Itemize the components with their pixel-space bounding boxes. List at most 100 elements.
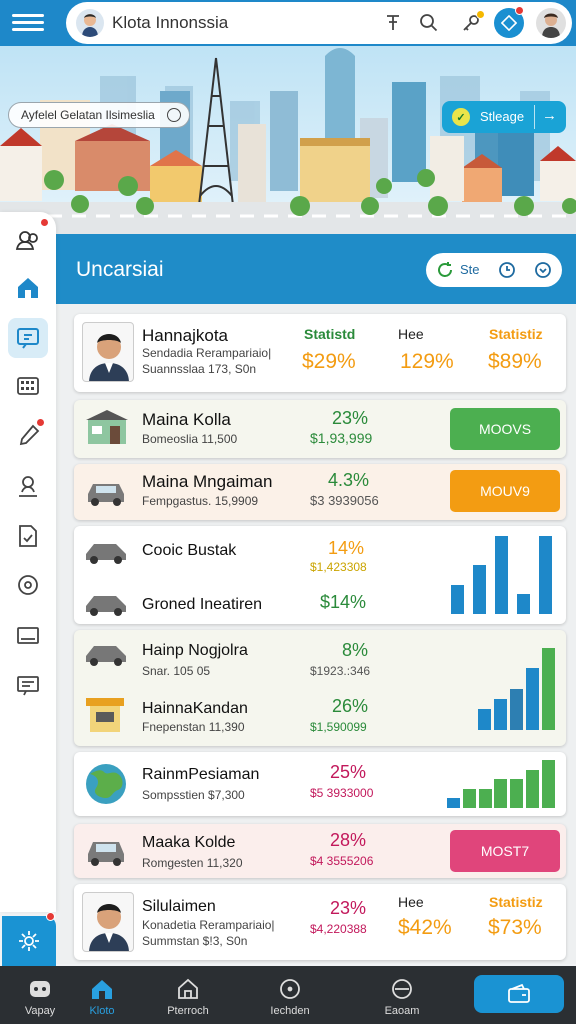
location-chip[interactable]: Ayfelel Gelatan Ilsimeslia [8, 102, 190, 128]
home-icon [18, 278, 38, 298]
report-icon [17, 676, 39, 696]
list-card-silulaimen[interactable]: Silulaimen Konadetia Rerampariaio| Summs… [74, 884, 566, 960]
chart-bar [495, 536, 508, 614]
chart-bar [517, 594, 530, 614]
card-action-button[interactable]: MOOVS [450, 408, 560, 450]
monitor-icon [17, 627, 39, 644]
home-icon [92, 980, 112, 999]
card-name: Hainp Nogjolra [142, 642, 248, 659]
card-name: RainmPesiaman [142, 766, 260, 783]
card-percent: 8% [342, 640, 369, 660]
list-card-maaka-kolde[interactable]: Maaka Kolde Romgesten 11,320 28% $4 3555… [74, 824, 566, 878]
user-avatar[interactable] [76, 9, 104, 37]
chart-bar [542, 760, 555, 808]
chart-bar [539, 536, 552, 614]
card-name: Maina Kolla [142, 410, 231, 429]
stat-label-2: Hee [398, 894, 424, 910]
rail-item-users[interactable] [8, 218, 49, 260]
notification-icon[interactable] [494, 6, 524, 38]
car-icon [86, 646, 126, 666]
chart-bar [494, 699, 507, 730]
nav-label: Iechden [270, 1005, 310, 1017]
nav-label: Eaoam [384, 1005, 420, 1017]
pin-icon[interactable] [380, 10, 406, 36]
stat-label-1: Statistd [304, 326, 356, 342]
refresh-icon[interactable] [436, 261, 454, 279]
mini-bar-chart [446, 536, 556, 614]
gear-icon [19, 931, 39, 951]
kiosk-icon [86, 698, 124, 732]
timer-icon[interactable] [498, 261, 516, 279]
card-action-button[interactable]: MOUV9 [450, 470, 560, 512]
key-icon[interactable] [458, 10, 485, 36]
card-percent: 28% [330, 830, 367, 850]
person-avatar [82, 892, 134, 952]
top-bar: Klota Innonssia [0, 0, 576, 46]
card-percent-secondary: 26% [332, 696, 369, 716]
card-amount: $3 3939056 [310, 493, 379, 508]
card-name-secondary: Groned Ineatiren [142, 596, 263, 613]
rail-item-grid[interactable] [8, 366, 48, 406]
globe-icon [86, 764, 126, 804]
rail-item-messages[interactable] [8, 318, 48, 358]
stat-value-2: $42% [398, 916, 452, 939]
chart-bar [451, 585, 464, 614]
card-percent: 23% [332, 408, 369, 428]
car-icon [88, 484, 124, 506]
nav-item-pterroch[interactable]: Pterroch [148, 966, 228, 1024]
list-card-maina-kolla[interactable]: Maina Kolla Bomeoslia 11,500 23% $1,93,9… [74, 400, 566, 458]
list-card-featured[interactable]: Hannajkota Sendadia Rerampariaio| Suanns… [74, 314, 566, 392]
chart-bar [447, 798, 460, 808]
stat-value-2: 129% [400, 350, 454, 373]
list-card-hainp-nogjolra[interactable]: Hainp Nogjolra Snar. 105 05 8% $1923.:34… [74, 630, 566, 746]
card-subtitle: Sompsstien $7,300 [142, 788, 245, 802]
nav-item-kloto[interactable]: Kloto [62, 966, 142, 1024]
city-banner: Ayfelel Gelatan Ilsimeslia ✓ Stleage → [0, 46, 576, 234]
settings-fab[interactable] [2, 912, 56, 966]
rail-item-monitor[interactable] [8, 616, 48, 656]
side-rail [0, 212, 56, 912]
card-name-secondary: HainnaKandan [142, 700, 248, 717]
car-icon [88, 842, 124, 866]
car-icon [86, 596, 126, 616]
list-card-rainm-pesiaman[interactable]: RainmPesiaman Sompsstien $7,300 25% $5 3… [74, 752, 566, 816]
users-icon [15, 231, 38, 250]
card-subtitle: Fempgastus. 15,9909 [142, 494, 259, 508]
content-list: Hannajkota Sendadia Rerampariaio| Suanns… [56, 304, 576, 964]
nav-item-eaoam[interactable]: Eaoam [362, 966, 442, 1024]
chart-bar [510, 689, 523, 730]
profile-avatar[interactable] [536, 8, 566, 38]
app-title: Klota Innonssia [112, 13, 229, 32]
search-icon[interactable] [416, 10, 442, 36]
rail-item-tools[interactable] [8, 416, 48, 456]
chevron-down-icon[interactable] [534, 261, 552, 279]
list-card-cooic-bustak[interactable]: Cooic Bustak 14% $1,423308 Groned Ineati… [74, 526, 566, 624]
card-percent: 14% [328, 538, 365, 558]
stat-value-3: $89% [488, 350, 542, 373]
rail-item-home[interactable] [8, 268, 48, 308]
menu-icon[interactable] [12, 10, 44, 36]
rail-item-documents[interactable] [8, 516, 48, 556]
card-name: Silulaimen [142, 898, 216, 915]
rail-item-reports[interactable] [8, 666, 48, 706]
rail-item-profile[interactable] [8, 466, 48, 506]
card-action-button[interactable]: MOST7 [450, 830, 560, 872]
nav-item-iechden[interactable]: Iechden [250, 966, 330, 1024]
mini-bar-chart [446, 760, 556, 808]
wallet-button[interactable] [474, 975, 564, 1013]
list-card-maina-mngaiman[interactable]: Maina Mngaiman Fempgastus. 15,9909 4.3% … [74, 464, 566, 520]
section-pill-label[interactable]: Ste [460, 262, 480, 277]
chart-bar [542, 648, 555, 730]
card-detail: Summstan $!3, S0n [142, 934, 248, 948]
status-chip[interactable]: ✓ Stleage → [442, 101, 566, 133]
card-percent: 4.3% [328, 470, 370, 490]
grid-icon [17, 377, 39, 395]
stat-amount-1: $4,220388 [310, 922, 367, 936]
arrow-right-icon: → [542, 107, 557, 124]
rail-item-chat[interactable] [8, 566, 48, 606]
status-chip-label: Stleage [480, 109, 525, 124]
chart-bar [473, 565, 486, 614]
mini-bar-chart [476, 648, 556, 730]
card-amount: $1,93,999 [310, 430, 373, 446]
stat-label-2: Hee [398, 326, 424, 342]
